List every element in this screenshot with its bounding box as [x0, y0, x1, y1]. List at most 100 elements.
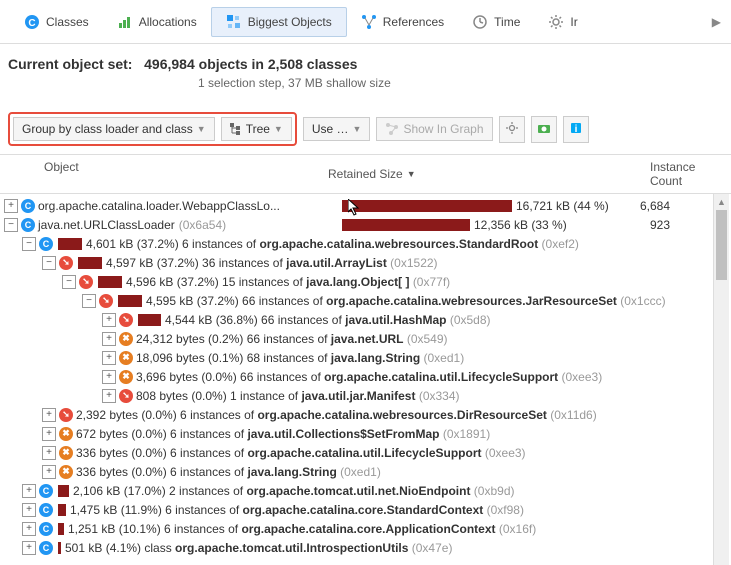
graph-icon — [385, 122, 399, 136]
retained-value: 12,356 kB (33 %) — [474, 218, 567, 232]
column-object[interactable]: Object — [0, 155, 320, 193]
tree-row[interactable]: − ➘ 4,596 kB (37.2%) 15 instances of jav… — [0, 272, 731, 291]
info-button[interactable]: i — [563, 116, 589, 143]
row-prefix: 3,696 bytes (0.0%) 66 instances of — [136, 370, 324, 384]
tree-row[interactable]: + ✖ 336 bytes (0.0%) 6 instances of org.… — [0, 443, 731, 462]
object-address: (0x334) — [419, 389, 460, 403]
tree-row[interactable]: − ➘ 4,597 kB (37.2%) 36 instances of jav… — [0, 253, 731, 272]
tree-row[interactable]: − C 4,601 kB (37.2%) 6 instances of org.… — [0, 234, 731, 253]
summary-title: Current object set: 496,984 objects in 2… — [8, 56, 723, 72]
expand-toggle[interactable]: + — [42, 446, 56, 460]
collapse-toggle[interactable]: − — [62, 275, 76, 289]
object-address: (0x1891) — [443, 427, 490, 441]
tab-biggest-objects[interactable]: Biggest Objects — [211, 7, 347, 37]
classes-icon: C — [24, 14, 40, 30]
row-prefix: 2,392 bytes (0.0%) 6 instances of — [76, 408, 257, 422]
expand-toggle[interactable]: + — [102, 351, 116, 365]
object-address: (0xf98) — [487, 503, 524, 517]
tab-classes[interactable]: C Classes — [10, 8, 103, 36]
tree-dropdown[interactable]: Tree ▼ — [221, 117, 292, 141]
tree-row[interactable]: + ✖ 336 bytes (0.0%) 6 instances of java… — [0, 462, 731, 481]
class-name: java.util.HashMap — [345, 313, 446, 327]
show-in-graph-button[interactable]: Show In Graph — [376, 117, 492, 141]
tree-row[interactable]: + ✖ 18,096 bytes (0.1%) 68 instances of … — [0, 348, 731, 367]
row-prefix: 501 kB (4.1%) class — [65, 541, 175, 555]
row-prefix: 336 bytes (0.0%) 6 instances of — [76, 446, 247, 460]
chevron-down-icon: ▼ — [197, 124, 206, 134]
object-address: (0xed1) — [424, 351, 465, 365]
instance-count: 6,684 — [620, 199, 670, 213]
tree-row[interactable]: + C org.apache.catalina.loader.WebappCla… — [0, 196, 731, 215]
expand-toggle[interactable]: + — [102, 389, 116, 403]
scroll-up-arrow[interactable]: ▲ — [714, 194, 729, 210]
tabs-overflow-arrow[interactable]: ▶ — [712, 15, 721, 29]
class-icon: C — [39, 484, 53, 498]
tree-row[interactable]: + ➘ 808 bytes (0.0%) 1 instance of java.… — [0, 386, 731, 405]
object-name: java.net.URLClassLoader — [38, 218, 175, 232]
tab-incoming[interactable]: Ir — [534, 8, 581, 36]
tab-time[interactable]: Time — [458, 8, 534, 36]
scroll-thumb[interactable] — [716, 210, 727, 280]
expand-toggle[interactable]: + — [42, 408, 56, 422]
column-retained-label: Retained Size — [328, 167, 403, 181]
object-icon: ➘ — [59, 256, 73, 270]
tree-row[interactable]: + ✖ 24,312 bytes (0.2%) 66 instances of … — [0, 329, 731, 348]
tree-row[interactable]: + C 2,106 kB (17.0%) 2 instances of org.… — [0, 481, 731, 500]
expand-toggle[interactable]: + — [22, 503, 36, 517]
export-button[interactable] — [531, 116, 557, 143]
use-dropdown[interactable]: Use … ▼ — [303, 117, 371, 141]
expand-toggle[interactable]: + — [22, 522, 36, 536]
retained-bar — [78, 257, 102, 269]
collapse-toggle[interactable]: − — [4, 218, 18, 232]
row-prefix: 4,595 kB (37.2%) 66 instances of — [146, 294, 326, 308]
vertical-scrollbar[interactable]: ▲ — [713, 194, 729, 565]
column-retained-size[interactable]: Retained Size ▼ — [320, 155, 620, 193]
tab-references[interactable]: References — [347, 8, 458, 36]
tree-row[interactable]: + ✖ 3,696 bytes (0.0%) 66 instances of o… — [0, 367, 731, 386]
collapse-toggle[interactable]: − — [82, 294, 96, 308]
expand-toggle[interactable]: + — [42, 427, 56, 441]
collapse-toggle[interactable]: − — [22, 237, 36, 251]
tree-row[interactable]: − C java.net.URLClassLoader (0x6a54) 12,… — [0, 215, 731, 234]
class-name: org.apache.tomcat.util.net.NioEndpoint — [246, 484, 470, 498]
expand-toggle[interactable]: + — [102, 313, 116, 327]
tab-label: Allocations — [139, 15, 197, 29]
gear-icon — [505, 121, 519, 138]
collapse-toggle[interactable]: − — [42, 256, 56, 270]
object-address: (0xb9d) — [474, 484, 515, 498]
retained-bar — [58, 485, 69, 497]
tree-row[interactable]: + ➘ 4,544 kB (36.8%) 66 instances of jav… — [0, 310, 731, 329]
class-icon: C — [39, 541, 53, 555]
class-icon: C — [21, 218, 35, 232]
object-name: org.apache.catalina.loader.WebappClassLo… — [38, 199, 280, 213]
expand-toggle[interactable]: + — [4, 199, 18, 213]
object-icon: ✖ — [119, 351, 133, 365]
retained-bar — [58, 542, 61, 554]
row-prefix: 4,601 kB (37.2%) 6 instances of — [86, 237, 259, 251]
tree-label: Tree — [246, 122, 270, 136]
tree-row[interactable]: + C 1,475 kB (11.9%) 6 instances of org.… — [0, 500, 731, 519]
expand-toggle[interactable]: + — [42, 465, 56, 479]
retained-bar — [138, 314, 161, 326]
row-prefix: 336 bytes (0.0%) 6 instances of — [76, 465, 247, 479]
row-prefix: 1,251 kB (10.1%) 6 instances of — [68, 522, 241, 536]
tree-row[interactable]: − ➘ 4,595 kB (37.2%) 66 instances of org… — [0, 291, 731, 310]
column-instance-count[interactable]: Instance Count — [620, 155, 731, 193]
expand-toggle[interactable]: + — [22, 541, 36, 555]
row-prefix: 808 bytes (0.0%) 1 instance of — [136, 389, 301, 403]
row-prefix: 1,475 kB (11.9%) 6 instances of — [70, 503, 243, 517]
tree-row[interactable]: + C 501 kB (4.1%) class org.apache.tomca… — [0, 538, 731, 557]
class-name: org.apache.catalina.core.ApplicationCont… — [241, 522, 495, 536]
expand-toggle[interactable]: + — [102, 332, 116, 346]
tree-row[interactable]: + ➘ 2,392 bytes (0.0%) 6 instances of or… — [0, 405, 731, 424]
gear-icon — [548, 14, 564, 30]
tab-allocations[interactable]: Allocations — [103, 8, 211, 36]
tree-row[interactable]: + ✖ 672 bytes (0.0%) 6 instances of java… — [0, 424, 731, 443]
tree-row[interactable]: + C 1,251 kB (10.1%) 6 instances of org.… — [0, 519, 731, 538]
settings-button[interactable] — [499, 116, 525, 143]
expand-toggle[interactable]: + — [22, 484, 36, 498]
expand-toggle[interactable]: + — [102, 370, 116, 384]
retained-bar — [58, 238, 82, 250]
summary-value: 496,984 objects in 2,508 classes — [144, 56, 357, 72]
group-by-dropdown[interactable]: Group by class loader and class ▼ — [13, 117, 215, 141]
